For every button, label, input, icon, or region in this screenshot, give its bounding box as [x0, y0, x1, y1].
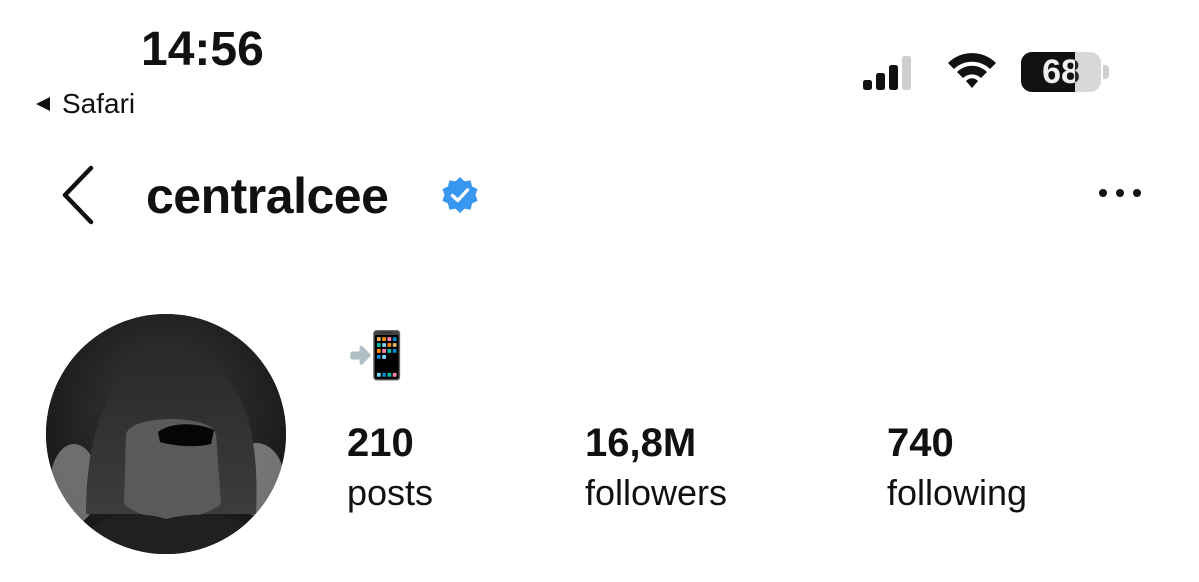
followers-label[interactable]: followers [585, 473, 727, 513]
status-time: 14:56 [141, 23, 264, 76]
posts-count[interactable]: 210 [347, 421, 414, 465]
profile-avatar[interactable] [46, 314, 286, 554]
back-chevron-icon[interactable] [58, 165, 98, 230]
verified-badge-icon [441, 176, 479, 219]
following-label[interactable]: following [887, 473, 1027, 513]
back-to-app-label: Safari [62, 88, 136, 119]
followers-count[interactable]: 16,8M [585, 421, 696, 465]
battery-percent: 68 [1042, 53, 1080, 91]
back-to-app-link[interactable]: Safari [34, 88, 135, 120]
battery-icon: 68 [1021, 52, 1109, 92]
profile-username: centralcee [146, 168, 389, 224]
following-count[interactable]: 740 [887, 421, 954, 465]
back-triangle-icon [34, 95, 52, 113]
wifi-icon [945, 50, 999, 95]
posts-label[interactable]: posts [347, 473, 433, 513]
bio-emoji: 📲 [347, 329, 405, 381]
cellular-signal-icon [863, 54, 911, 95]
more-options-icon[interactable] [1098, 186, 1142, 204]
